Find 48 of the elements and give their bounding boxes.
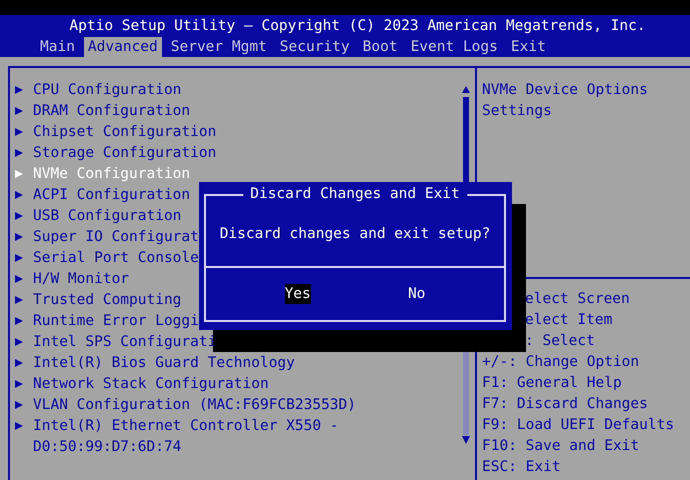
- menu-tab[interactable]: Server Mgmt: [166, 37, 271, 57]
- menu-tab[interactable]: Security: [276, 37, 354, 57]
- menu-item[interactable]: Chipset Configuration: [33, 122, 453, 143]
- menu-tab[interactable]: Exit: [506, 37, 550, 57]
- triangle-icon: [14, 190, 24, 200]
- window-title: Aptio Setup Utility – Copyright (C) 2023 American Megatrends, Inc.: [68, 17, 647, 36]
- triangle-icon: [14, 295, 24, 305]
- menu-item[interactable]: DRAM Configuration: [33, 101, 453, 122]
- triangle-icon: [14, 211, 24, 221]
- triangle-icon: [14, 169, 24, 179]
- triangle-icon: [14, 337, 24, 347]
- triangle-icon: [14, 148, 24, 158]
- triangle-icon: [14, 358, 24, 368]
- triangle-icon: [14, 400, 24, 410]
- menu-item[interactable]: Network Stack Configuration: [33, 374, 453, 395]
- key-hint: F10: Save and Exit: [482, 438, 640, 454]
- dialog-button[interactable]: No: [408, 284, 426, 304]
- key-hint: : Select: [525, 333, 595, 349]
- key-hint: F9: Load UEFI Defaults: [482, 417, 674, 433]
- menu-tab[interactable]: Event Logs: [406, 37, 502, 57]
- menu-item[interactable]: Storage Configuration: [33, 143, 453, 164]
- key-hint: F7: Discard Changes: [482, 396, 648, 412]
- key-hint: +/-: Change Option: [482, 354, 640, 370]
- triangle-icon: [14, 274, 24, 284]
- dialog-title: Discard Changes and Exit: [243, 184, 467, 204]
- key-hint: F1: General Help: [482, 375, 622, 391]
- menu-item[interactable]: Intel SPS Configurati: [33, 332, 453, 353]
- triangle-icon: [14, 316, 24, 326]
- key-hint: elect Item: [525, 312, 612, 328]
- menu-item[interactable]: Intel(R) Ethernet Controller X550 - D0:50:99:D7:6D:74: [33, 416, 453, 458]
- menu-item[interactable]: Intel(R) Bios Guard Technology: [33, 353, 453, 374]
- triangle-icon: [14, 379, 24, 389]
- menu-item[interactable]: VLAN Configuration (MAC:F69FCB23553D): [33, 395, 453, 416]
- triangle-icon: [14, 127, 24, 137]
- menu-item[interactable]: CPU Configuration: [33, 80, 453, 101]
- help-description: NVMe Device Options Settings: [482, 81, 649, 121]
- key-hint: elect Screen: [525, 291, 630, 307]
- triangle-icon: [14, 421, 24, 431]
- menu-tab[interactable]: Advanced: [84, 37, 162, 57]
- dialog-button[interactable]: Yes: [284, 284, 311, 304]
- dialog-message: Discard changes and exit setup?: [218, 226, 492, 244]
- triangle-icon: [14, 106, 24, 116]
- menu-tab[interactable]: Main: [36, 37, 79, 57]
- menu-tab[interactable]: Boot: [358, 37, 402, 57]
- triangle-icon: [14, 85, 24, 95]
- triangle-icon: [14, 232, 24, 242]
- key-hint: ESC: Exit: [482, 459, 561, 475]
- triangle-icon: [14, 253, 24, 263]
